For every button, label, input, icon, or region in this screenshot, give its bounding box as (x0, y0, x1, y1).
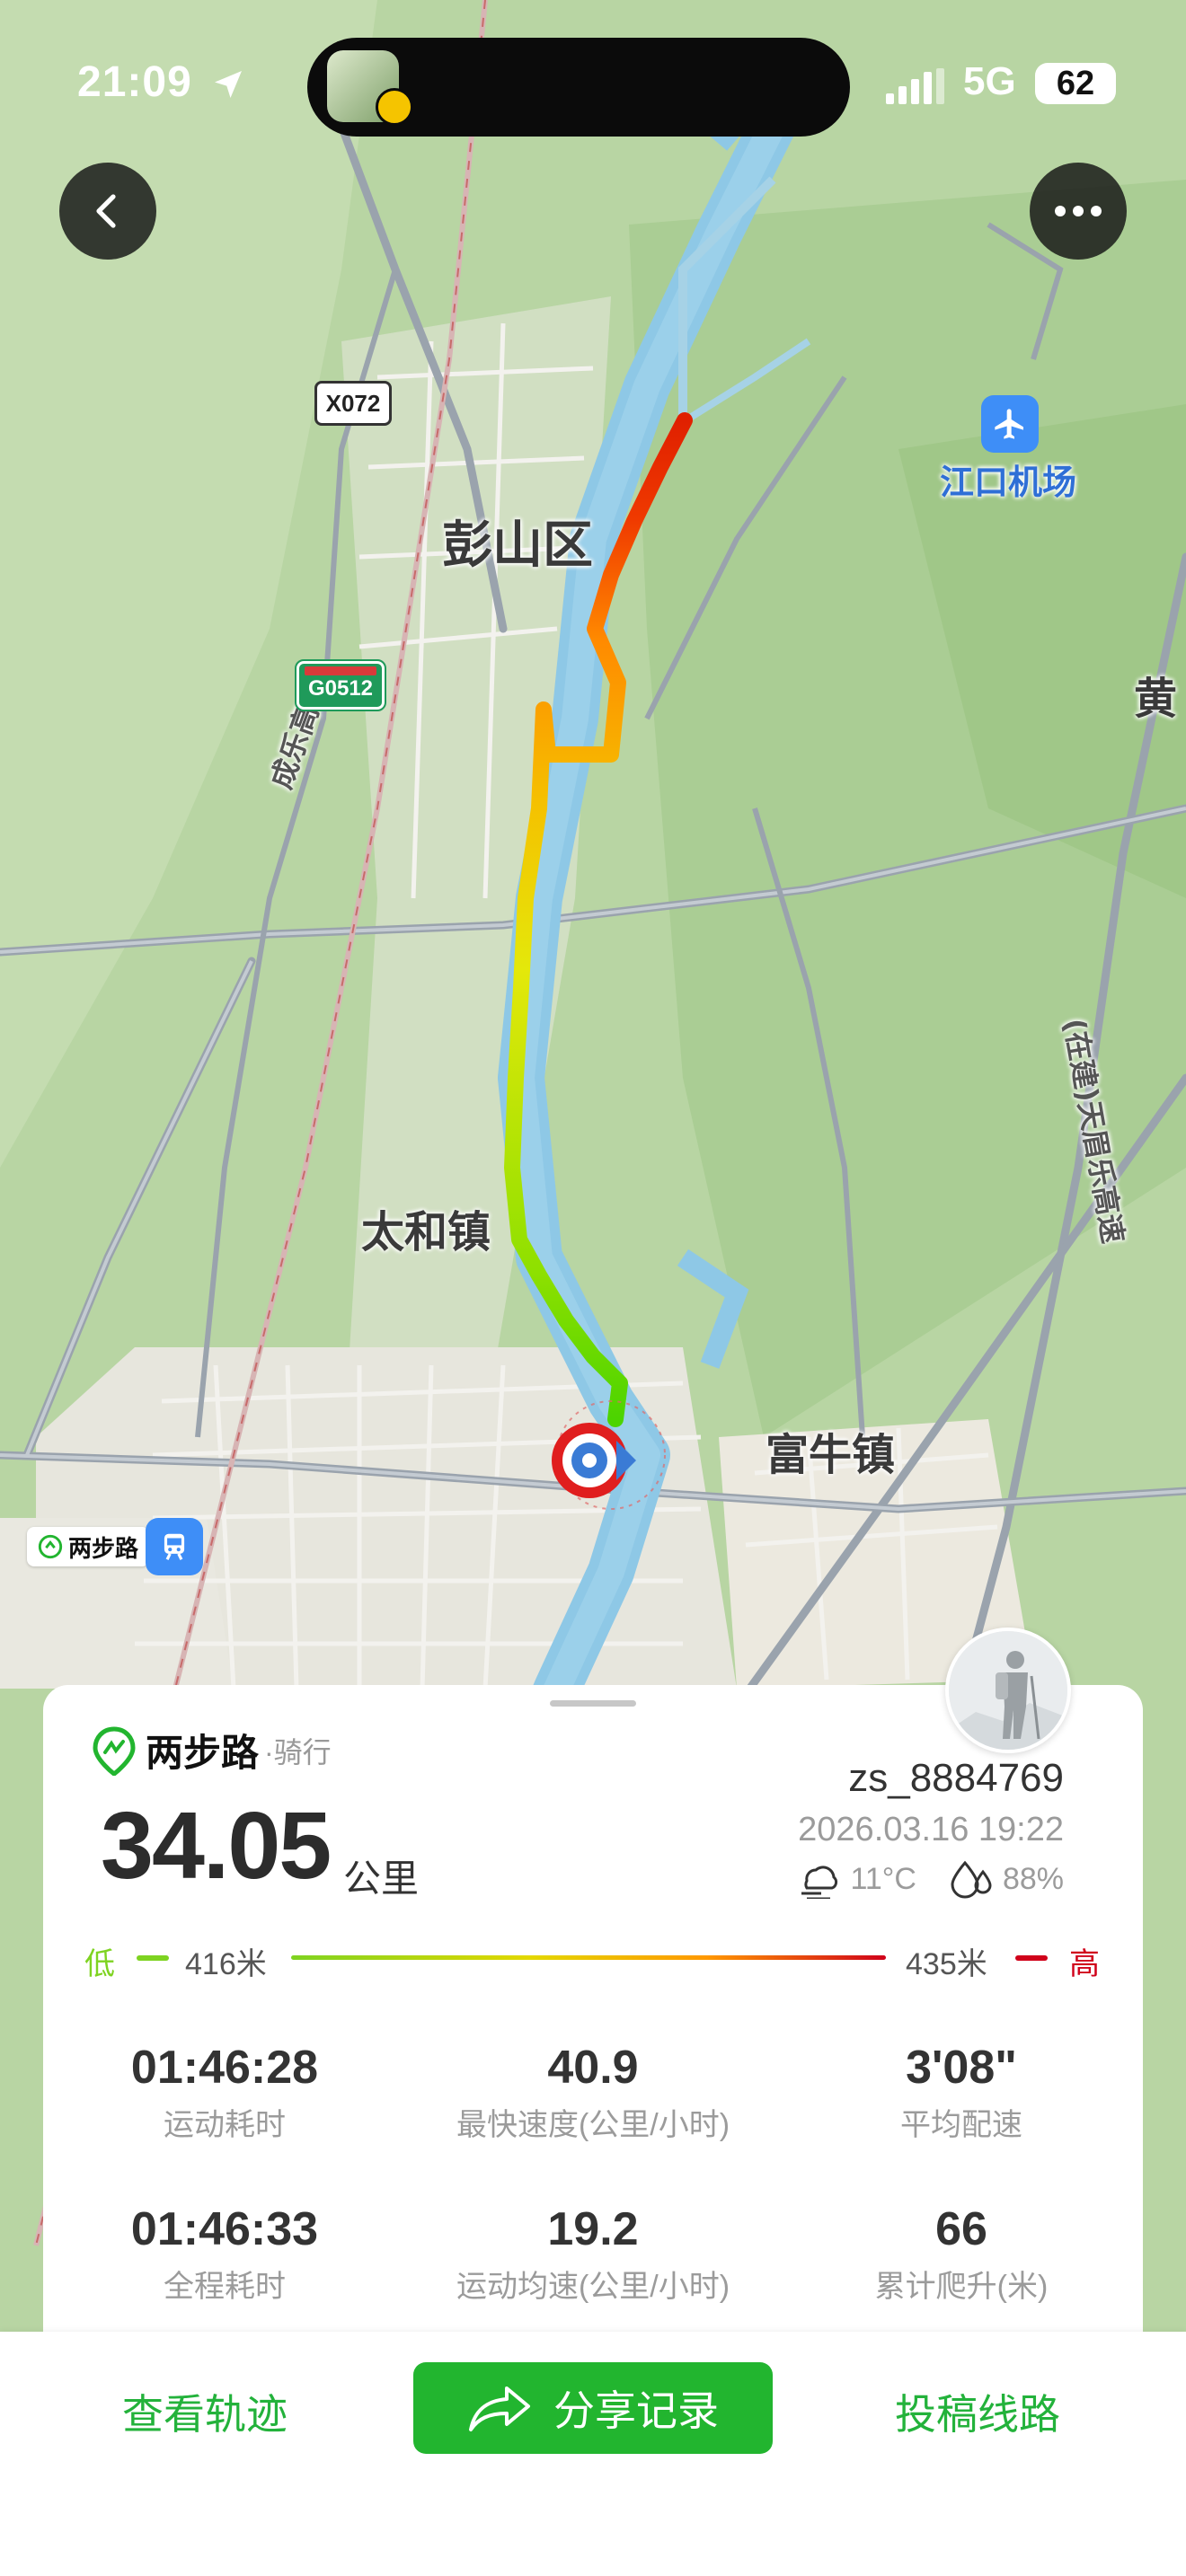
status-time: 21:09 (77, 57, 246, 107)
dynamic-island[interactable] (307, 38, 850, 137)
train-station-poi[interactable] (146, 1518, 203, 1575)
stat-label: 最快速度(公里/小时) (456, 2108, 730, 2142)
humidity: 88% (1002, 1861, 1064, 1896)
elevation-high-value: 435米 (906, 1947, 987, 1981)
stat-avg-speed: 19.2 运动均速(公里/小时) (413, 2202, 773, 2306)
airport-label: 江口机场 (940, 463, 1077, 502)
elevation-high-label: 高 (1069, 1947, 1100, 1981)
stat-avg-pace: 3'08" 平均配速 (782, 2041, 1141, 2144)
share-record-button[interactable]: 分享记录 (413, 2362, 773, 2454)
distance-value: 34.05 (101, 1793, 332, 1899)
elevation-high-swatch (1015, 1955, 1048, 1961)
map-watermark: 两步路 (27, 1527, 150, 1566)
elevation-low-label: 低 (84, 1947, 115, 1981)
more-dots-icon (1055, 206, 1102, 216)
brand-name: 两步路 (146, 1732, 260, 1774)
stat-value: 19.2 (547, 2203, 639, 2255)
view-track-button[interactable]: 查看轨迹 (122, 2382, 288, 2441)
stat-value: 01:46:28 (130, 2042, 319, 2094)
stat-elevation-gain: 66 累计爬升(米) (782, 2202, 1141, 2306)
road-shield-g0512-label: G0512 (307, 676, 374, 701)
stat-value: 40.9 (547, 2042, 639, 2094)
activity-type: ·骑行 (264, 1735, 332, 1769)
stat-moving-time: 01:46:28 运动耗时 (45, 2041, 404, 2144)
stat-label: 运动耗时 (164, 2108, 286, 2142)
liangbulu-logo-icon (38, 1534, 63, 1559)
avatar[interactable] (945, 1628, 1071, 1753)
share-record-label: 分享记录 (553, 2387, 719, 2434)
map-watermark-text: 两步路 (68, 1534, 139, 1562)
road-shield-x072: X072 (314, 381, 392, 426)
drag-handle[interactable] (550, 1700, 636, 1707)
stat-label: 累计爬升(米) (874, 2270, 1049, 2304)
stat-total-time: 01:46:33 全程耗时 (45, 2202, 404, 2306)
more-options-button[interactable] (1030, 163, 1127, 260)
network-type: 5G (963, 59, 1016, 103)
humidity-drops-icon (951, 1860, 992, 1899)
temperature: 11°C (850, 1861, 916, 1896)
cellular-signal-icon (886, 68, 944, 104)
train-icon (164, 1533, 185, 1560)
battery-indicator: 62 (1035, 63, 1116, 104)
elevation-low-value: 416米 (185, 1947, 267, 1981)
stat-label: 运动均速(公里/小时) (456, 2270, 730, 2304)
stat-value: 01:46:33 (130, 2203, 319, 2255)
share-arrow-icon (469, 2386, 530, 2431)
airport-poi[interactable] (981, 395, 1039, 453)
road-shield-g0512: G0512 (295, 659, 386, 711)
weather-info: 11°C 88% (794, 1859, 1064, 1899)
stat-label: 全程耗时 (164, 2270, 286, 2304)
elevation-low-swatch (137, 1955, 169, 1961)
status-bar: 21:09 5G 62 (0, 0, 1186, 171)
live-activity-badge-icon (376, 88, 413, 126)
brand-header: 两步路 ·骑行 (92, 1723, 332, 1778)
cloudy-weather-icon (801, 1866, 838, 1899)
distance-unit: 公里 (343, 1857, 420, 1900)
airplane-icon (995, 409, 1023, 439)
town-label-taihe: 太和镇 (361, 1207, 491, 1257)
stat-max-speed: 40.9 最快速度(公里/小时) (413, 2041, 773, 2144)
district-label-pengshan: 彭山区 (442, 516, 593, 575)
location-arrow-icon (215, 71, 243, 99)
liangbulu-logo-icon (93, 1725, 136, 1776)
town-label-funiu: 富牛镇 (766, 1430, 896, 1480)
back-button[interactable] (59, 163, 156, 260)
activity-datetime: 2026.03.16 19:22 (798, 1811, 1064, 1848)
status-time-text: 21:09 (77, 58, 192, 106)
stat-label: 平均配速 (900, 2108, 1022, 2142)
map-label-huang: 黄 (1134, 674, 1178, 724)
submit-route-button[interactable]: 投稿线路 (895, 2382, 1060, 2441)
stat-value: 66 (935, 2203, 987, 2255)
stat-value: 3'08" (906, 2042, 1017, 2094)
hiker-avatar-icon (949, 1631, 1067, 1750)
elevation-gradient-bar (291, 1955, 886, 1960)
chevron-left-icon (96, 194, 116, 228)
elevation-legend: 低 416米 435米 高 (84, 1936, 1102, 1981)
username[interactable]: zs_8884769 (848, 1756, 1064, 1801)
